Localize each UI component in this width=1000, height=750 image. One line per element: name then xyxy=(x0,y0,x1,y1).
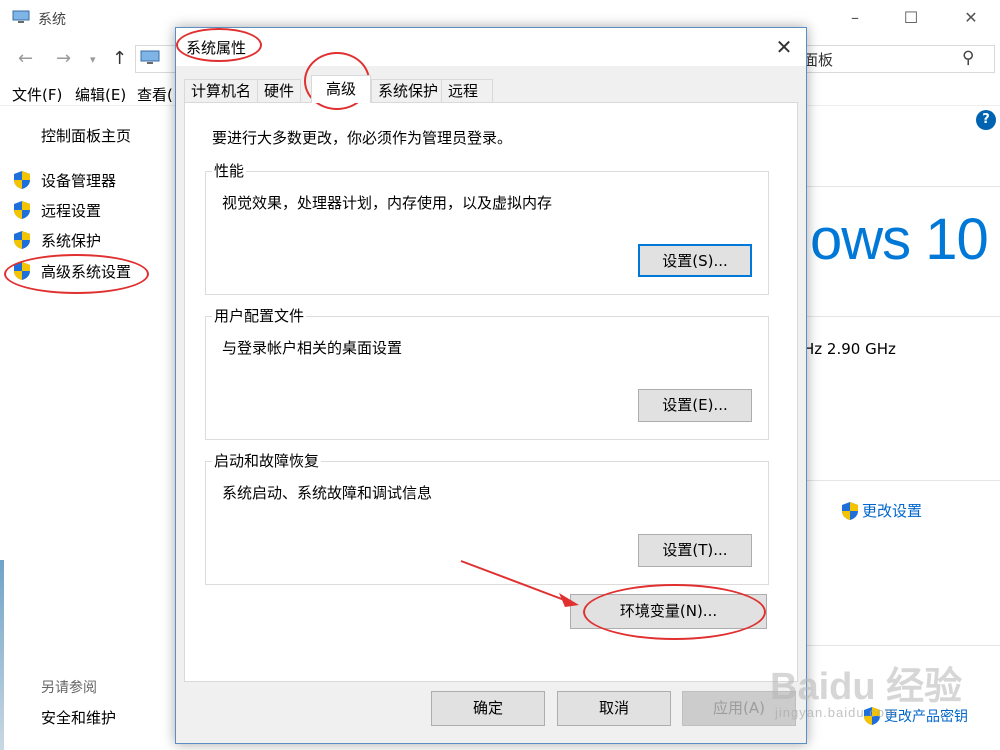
help-icon[interactable]: ? xyxy=(976,110,996,130)
menu-file[interactable]: 文件(F) xyxy=(12,84,62,105)
user-profiles-group: 用户配置文件 与登录帐户相关的桌面设置 设置(E)... xyxy=(205,305,769,440)
system-window-title: 系统 xyxy=(38,12,66,28)
cancel-button[interactable]: 取消 xyxy=(557,691,671,726)
environment-variables-button[interactable]: 环境变量(N)... xyxy=(570,594,767,629)
tab-remote[interactable]: 远程 xyxy=(441,79,493,102)
baidu-watermark: Baidu 经验 xyxy=(770,666,963,708)
shield-icon xyxy=(14,201,30,219)
minimize-button[interactable]: – xyxy=(832,4,878,32)
shield-icon xyxy=(14,171,30,189)
shield-icon xyxy=(842,501,858,520)
performance-group: 性能 视觉效果，处理器计划，内存使用，以及虚拟内存 设置(S)... xyxy=(205,160,769,295)
close-icon[interactable]: ✕ xyxy=(770,34,798,60)
recent-dropdown-icon[interactable]: ▾ xyxy=(90,53,96,66)
windows-logo-text: ows 10 xyxy=(810,207,989,272)
sidebar-item-label: 系统保护 xyxy=(41,231,102,250)
maximize-button[interactable]: ☐ xyxy=(888,4,934,32)
forward-arrow-icon[interactable]: → xyxy=(56,48,71,69)
menu-edit[interactable]: 编辑(E) xyxy=(75,84,126,105)
user-profiles-settings-button[interactable]: 设置(E)... xyxy=(638,389,752,422)
group-description: 系统启动、系统故障和调试信息 xyxy=(222,484,433,502)
tab-hardware[interactable]: 硬件 xyxy=(257,79,302,102)
change-settings-link[interactable]: 更改设置 xyxy=(840,500,922,521)
change-settings-label: 更改设置 xyxy=(862,502,923,520)
tab-advanced[interactable]: 高级 xyxy=(311,75,371,103)
computer-icon xyxy=(140,50,160,64)
tab-computer-name[interactable]: 计算机名 xyxy=(184,79,259,102)
search-input[interactable]: 面板 xyxy=(803,49,833,70)
sidebar-item-remote-settings[interactable]: 远程设置 xyxy=(12,198,101,222)
divider xyxy=(805,480,1000,481)
annotation-arrow-icon xyxy=(460,560,579,607)
up-arrow-icon[interactable]: ↑ xyxy=(112,48,127,69)
group-title: 用户配置文件 xyxy=(212,305,307,326)
desktop-edge xyxy=(0,560,4,750)
computer-icon xyxy=(12,10,30,23)
watermark-url: jingyan.baidu.com xyxy=(775,705,897,720)
sidebar-item-label: 设备管理器 xyxy=(41,171,117,190)
sidebar-item-device-manager[interactable]: 设备管理器 xyxy=(12,168,116,192)
group-description: 与登录帐户相关的桌面设置 xyxy=(222,339,403,357)
dialog-titlebar: 系统属性 ✕ xyxy=(176,28,806,66)
shield-icon xyxy=(14,262,30,280)
admin-note: 要进行大多数更改，你必须作为管理员登录。 xyxy=(212,129,513,147)
sidebar-item-label: 高级系统设置 xyxy=(41,262,132,281)
tab-system-protection[interactable]: 系统保护 xyxy=(371,79,446,102)
ok-button[interactable]: 确定 xyxy=(431,691,545,726)
left-pane: 控制面板主页 设备管理器 远程设置 系统保护 高级系统设置 另请参阅 安全和维护 xyxy=(0,107,175,750)
close-window-button[interactable]: ✕ xyxy=(948,4,994,32)
search-icon[interactable]: ⚲ xyxy=(962,48,974,68)
dialog-title: 系统属性 xyxy=(186,39,247,57)
divider xyxy=(805,645,1000,646)
menu-view[interactable]: 查看( xyxy=(137,84,173,105)
security-maintenance-link[interactable]: 安全和维护 xyxy=(41,707,116,728)
startup-recovery-settings-button[interactable]: 设置(T)... xyxy=(638,534,752,567)
cpu-frequency: Hz 2.90 GHz xyxy=(803,340,896,358)
system-properties-dialog: 系统属性 ✕ 计算机名 硬件 高级 系统保护 远程 要进行大多数更改，你必须作为… xyxy=(175,27,807,744)
sidebar-item-advanced-system-settings[interactable]: 高级系统设置 xyxy=(12,259,131,283)
back-arrow-icon[interactable]: ← xyxy=(18,48,33,69)
group-title: 启动和故障恢复 xyxy=(212,450,322,471)
sidebar-item-label: 远程设置 xyxy=(41,201,102,220)
divider xyxy=(805,186,1000,187)
performance-settings-button[interactable]: 设置(S)... xyxy=(638,244,752,277)
divider xyxy=(805,316,1000,317)
control-panel-home-link[interactable]: 控制面板主页 xyxy=(41,125,131,146)
shield-icon xyxy=(14,231,30,249)
group-title: 性能 xyxy=(212,160,247,181)
sidebar-item-system-protection[interactable]: 系统保护 xyxy=(12,228,101,252)
see-also-heading: 另请参阅 xyxy=(41,680,97,696)
group-description: 视觉效果，处理器计划，内存使用，以及虚拟内存 xyxy=(222,194,553,212)
